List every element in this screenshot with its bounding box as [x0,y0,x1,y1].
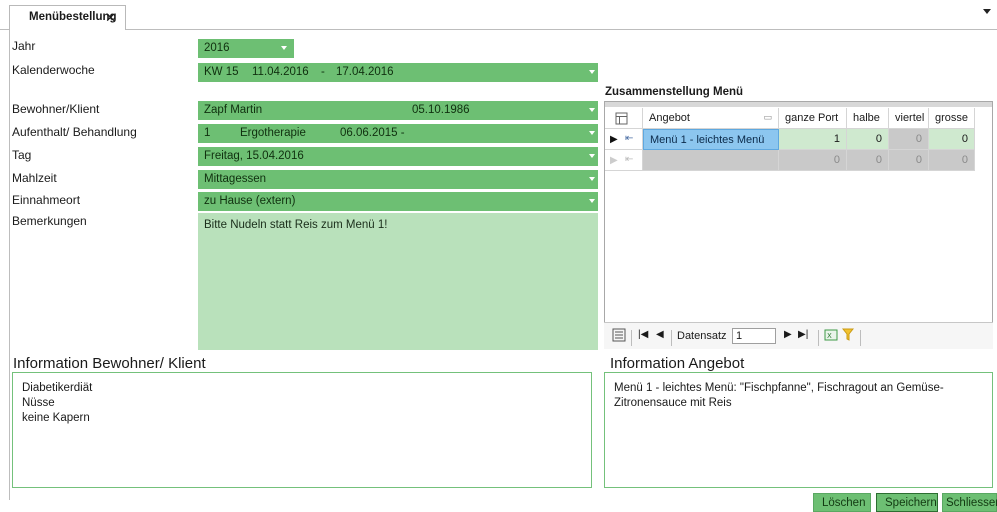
new-row-icon: ▶ [610,155,618,166]
zusammenstellung-grid: Angebot ▭ ganze Port halbe viertel gross… [604,101,993,349]
info-angebot-title: Information Angebot [610,355,745,372]
pin-icon: ⇤ [625,133,634,144]
label-aufenthalt: Aufenthalt/ Behandlung [12,125,137,139]
panel-border [9,30,10,500]
record-navigator: |◀ ◀ Datensatz 1 ▶ ▶| X [604,322,993,349]
kalenderwoche-select[interactable]: KW 15 11.04.2016 - 17.04.2016 [198,63,598,82]
column-header-halbe[interactable]: halbe [847,108,889,129]
chevron-down-icon [589,131,595,135]
label-bemerkungen: Bemerkungen [12,214,87,228]
aufenthalt-nr: 1 [204,127,211,139]
cell-halbe[interactable]: 0 [847,129,889,150]
info-bewohner-title: Information Bewohner/ Klient [13,355,206,372]
jahr-select[interactable]: 2016 [198,39,294,58]
table-row-indicator[interactable]: ▶ ⇤ [605,150,643,171]
mahlzeit-value: Mittagessen [204,173,267,185]
info-bewohner-box: Diabetikerdiät Nüsse keine Kapern [12,372,592,488]
info-bewohner-line: keine Kapern [22,412,90,424]
loeschen-button[interactable]: Löschen [813,493,871,512]
column-chooser-icon[interactable] [605,108,643,129]
grid-menu-icon[interactable] [612,328,626,345]
column-header-viertel[interactable]: viertel [889,108,929,129]
chevron-down-icon [589,154,595,158]
tab-title: Menübestellung [29,11,117,23]
current-row-icon: ▶ [610,134,618,145]
zusammenstellung-title: Zusammenstellung Menü [605,86,744,98]
aufenthalt-type: Ergotherapie [240,127,306,139]
cell-halbe[interactable]: 0 [847,150,889,171]
cell-ganze[interactable]: 1 [779,129,847,150]
next-record-icon[interactable]: ▶ [784,329,792,340]
column-header-angebot[interactable]: Angebot ▭ [643,108,779,129]
cell-viertel[interactable]: 0 [889,150,929,171]
bewohner-birthdate: 05.10.1986 [412,104,470,116]
info-bewohner-line: Diabetikerdiät [22,382,93,394]
table-row-indicator[interactable]: ▶ ⇤ [605,129,643,150]
close-icon[interactable]: ✕ [105,10,116,26]
aufenthalt-date: 06.06.2015 - [340,127,405,139]
chevron-down-icon [589,70,595,74]
chevron-down-icon [589,108,595,112]
label-einnahmeort: Einnahmeort [12,193,81,207]
label-mahlzeit: Mahlzeit [12,171,57,185]
mahlzeit-select[interactable]: Mittagessen [198,170,598,189]
cell-angebot[interactable] [643,150,779,171]
filter-icon[interactable] [841,328,855,345]
tag-value: Freitag, 15.04.2016 [204,150,304,162]
divider [631,330,632,346]
pin-icon: ▭ [763,112,772,122]
einnahmeort-select[interactable]: zu Hause (extern) [198,192,598,211]
speichern-button[interactable]: Speichern [876,493,938,512]
cell-ganze[interactable]: 0 [779,150,847,171]
tag-select[interactable]: Freitag, 15.04.2016 [198,147,598,166]
cell-viertel[interactable]: 0 [889,129,929,150]
label-tag: Tag [12,148,32,162]
kw-value: KW 15 [204,66,239,78]
cell-grosse[interactable]: 0 [929,129,975,150]
label-kalenderwoche: Kalenderwoche [12,63,95,77]
info-angebot-line: Menü 1 - leichtes Menü: "Fischpfanne", F… [614,382,944,394]
grid-group-panel [605,102,992,107]
chevron-down-icon [589,177,595,181]
divider [671,330,672,346]
chevron-down-icon [281,46,287,50]
bewohner-select[interactable]: Zapf Martin 05.10.1986 [198,101,598,120]
jahr-value: 2016 [204,42,230,54]
info-bewohner-line: Nüsse [22,397,55,409]
cell-grosse[interactable]: 0 [929,150,975,171]
column-header-ganze-port[interactable]: ganze Port [779,108,847,129]
info-angebot-box: Menü 1 - leichtes Menü: "Fischpfanne", F… [604,372,993,488]
record-number-input[interactable]: 1 [732,328,776,344]
chevron-down-icon [589,199,595,203]
bemerkungen-textarea[interactable]: Bitte Nudeln statt Reis zum Menü 1! [198,213,598,350]
last-record-icon[interactable]: ▶| [798,329,808,340]
kw-end-date: 17.04.2016 [336,66,394,78]
record-label: Datensatz [677,330,727,342]
einnahmeort-value: zu Hause (extern) [204,195,296,207]
tab-list-dropdown-icon[interactable] [983,9,991,14]
kw-separator: - [321,66,325,78]
excel-export-icon[interactable]: X [824,328,838,345]
tab-menuebestellung[interactable]: Menübestellung ✕ [9,5,126,30]
tab-bar: Menübestellung ✕ [0,0,997,30]
aufenthalt-select[interactable]: 1 Ergotherapie 06.06.2015 - [198,124,598,143]
label-bewohner: Bewohner/Klient [12,102,100,116]
column-header-grosse[interactable]: grosse [929,108,975,129]
prev-record-icon[interactable]: ◀ [656,329,664,340]
divider [818,330,819,346]
pin-icon: ⇤ [625,154,634,165]
cell-angebot[interactable]: Menü 1 - leichtes Menü [643,129,779,150]
svg-text:X: X [827,332,832,340]
divider [860,330,861,346]
bewohner-name: Zapf Martin [204,104,263,116]
kw-start-date: 11.04.2016 [252,66,309,78]
label-jahr: Jahr [12,39,36,53]
first-record-icon[interactable]: |◀ [638,329,648,340]
schliessen-button[interactable]: Schliessen [942,493,997,512]
info-angebot-line: Zitronensauce mit Reis [614,397,732,409]
